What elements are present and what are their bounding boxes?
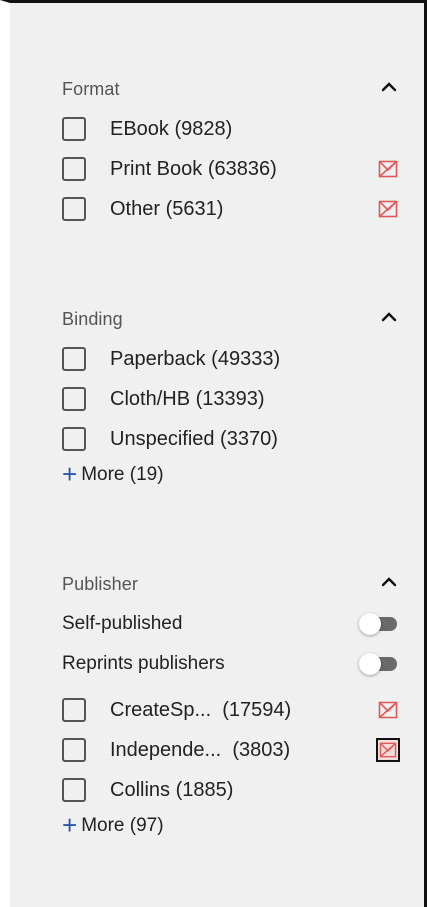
- checkbox[interactable]: [62, 157, 86, 181]
- checkbox[interactable]: [62, 427, 86, 451]
- binding-header[interactable]: Binding: [62, 303, 407, 339]
- option-label: Cloth/HB (13393): [110, 387, 265, 410]
- checkbox[interactable]: [62, 738, 86, 762]
- filter-panel-frame: Format EBook (9828) Print Book (63836) O…: [0, 0, 427, 907]
- exclude-icon[interactable]: [376, 738, 400, 762]
- option-label: Other (5631): [110, 197, 224, 220]
- publisher-section: Publisher Self-published Reprints publis…: [62, 568, 407, 842]
- option-label: Independe... (3803): [110, 738, 291, 761]
- chevron-up-icon[interactable]: [379, 572, 399, 592]
- option-label: Unspecified (3370): [110, 427, 278, 450]
- checkbox[interactable]: [62, 698, 86, 722]
- toggle-knob: [359, 613, 381, 635]
- self-published-toggle[interactable]: [359, 613, 397, 635]
- more-label: More (97): [81, 815, 164, 836]
- format-header[interactable]: Format: [62, 73, 407, 109]
- binding-title: Binding: [62, 309, 123, 329]
- more-label: More (19): [81, 464, 164, 485]
- checkbox[interactable]: [62, 387, 86, 411]
- reprints-publishers-toggle[interactable]: [359, 653, 397, 675]
- binding-more-link[interactable]: + More (19): [62, 459, 407, 491]
- binding-option-unspecified[interactable]: Unspecified (3370): [62, 419, 407, 459]
- publisher-option-collins[interactable]: Collins (1885): [62, 770, 407, 810]
- checkbox[interactable]: [62, 117, 86, 141]
- format-section: Format EBook (9828) Print Book (63836) O…: [62, 73, 407, 229]
- publisher-option-independent[interactable]: Independe... (3803): [62, 730, 407, 770]
- toggle-label: Reprints publishers: [62, 653, 225, 674]
- checkbox[interactable]: [62, 347, 86, 371]
- option-label: Print Book (63836): [110, 157, 277, 180]
- checkbox[interactable]: [62, 778, 86, 802]
- format-option-print-book[interactable]: Print Book (63836): [62, 149, 407, 189]
- exclude-icon[interactable]: [377, 158, 399, 180]
- option-label: Collins (1885): [110, 778, 234, 801]
- binding-option-paperback[interactable]: Paperback (49333): [62, 339, 407, 379]
- self-published-toggle-row: Self-published: [62, 604, 407, 644]
- toggle-knob: [359, 653, 381, 675]
- toggle-label: Self-published: [62, 613, 183, 634]
- plus-icon: +: [62, 459, 78, 489]
- option-label: CreateSp... (17594): [110, 698, 292, 721]
- exclude-icon[interactable]: [377, 699, 399, 721]
- binding-option-cloth-hb[interactable]: Cloth/HB (13393): [62, 379, 407, 419]
- publisher-more-link[interactable]: + More (97): [62, 810, 407, 842]
- publisher-option-createspace[interactable]: CreateSp... (17594): [62, 690, 407, 730]
- option-label: Paperback (49333): [110, 347, 281, 370]
- filter-panel: Format EBook (9828) Print Book (63836) O…: [10, 3, 427, 907]
- option-label: EBook (9828): [110, 117, 233, 140]
- plus-icon: +: [62, 810, 78, 840]
- format-option-other[interactable]: Other (5631): [62, 189, 407, 229]
- publisher-title: Publisher: [62, 574, 138, 594]
- format-title: Format: [62, 79, 120, 99]
- publisher-header[interactable]: Publisher: [62, 568, 407, 604]
- chevron-up-icon[interactable]: [379, 307, 399, 327]
- chevron-up-icon[interactable]: [379, 77, 399, 97]
- binding-section: Binding Paperback (49333) Cloth/HB (1339…: [62, 303, 407, 491]
- reprints-publishers-toggle-row: Reprints publishers: [62, 644, 407, 684]
- checkbox[interactable]: [62, 197, 86, 221]
- exclude-icon[interactable]: [377, 198, 399, 220]
- format-option-ebook[interactable]: EBook (9828): [62, 109, 407, 149]
